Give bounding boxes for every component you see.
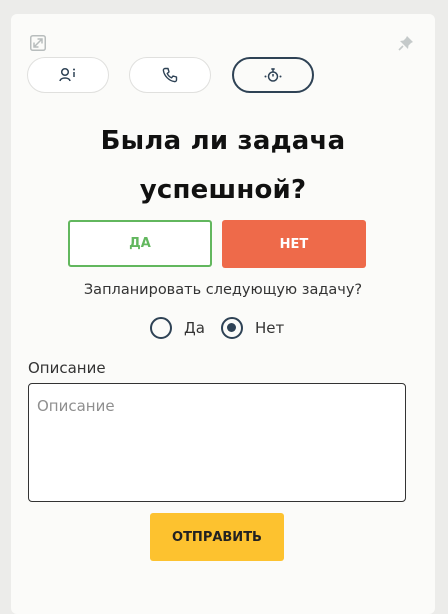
description-field[interactable] [28, 383, 406, 502]
question-line-2: успешной? [139, 175, 307, 205]
description-label: Описание [28, 359, 106, 377]
phone-icon [162, 67, 178, 83]
user-info-icon [59, 67, 77, 83]
tab-call[interactable] [129, 57, 211, 93]
question-line-1: Была ли задача [100, 126, 346, 156]
timer-icon [264, 67, 282, 83]
schedule-yes-label: Да [184, 319, 205, 337]
radio-button-unchecked[interactable] [150, 317, 172, 339]
schedule-next-task-label: Запланировать следующую задачу? [83, 282, 363, 298]
schedule-yes-radio[interactable]: Да [150, 317, 205, 339]
no-button[interactable]: НЕТ [222, 220, 366, 268]
page-title: Была ли задача успешной? [11, 117, 435, 215]
expand-icon[interactable] [30, 35, 46, 51]
task-result-card: Была ли задача успешной? ДА НЕТ Запланир… [11, 14, 435, 614]
tab-contact-info[interactable] [27, 57, 109, 93]
tab-task-result[interactable] [232, 57, 314, 93]
pin-icon[interactable] [398, 35, 414, 51]
radio-button-checked[interactable] [221, 317, 243, 339]
submit-button[interactable]: ОТПРАВИТЬ [150, 513, 284, 561]
yes-button[interactable]: ДА [68, 220, 212, 267]
schedule-no-label: Нет [255, 319, 285, 337]
schedule-no-radio[interactable]: Нет [221, 317, 284, 339]
